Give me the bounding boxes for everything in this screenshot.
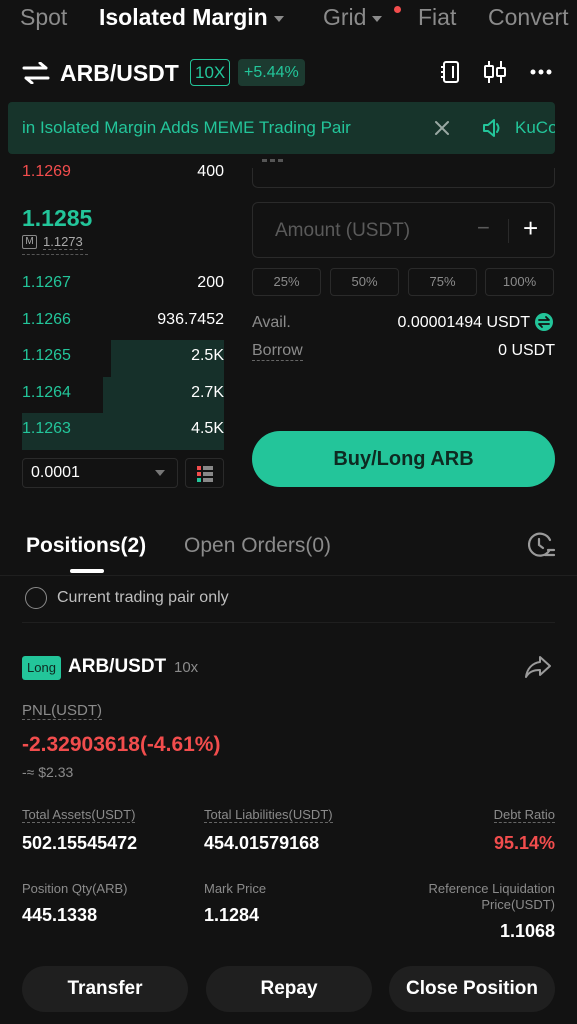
side-badge: Long bbox=[22, 656, 61, 680]
mark-price-label: Mark Price bbox=[204, 881, 267, 896]
precision-value: 0.0001 bbox=[31, 464, 80, 481]
increment-button[interactable]: + bbox=[523, 213, 538, 244]
mark-price-row: M 1.1273 bbox=[22, 234, 83, 250]
divider bbox=[22, 622, 555, 623]
borrow-value: 0 USDT bbox=[498, 342, 555, 359]
amount-input[interactable]: Amount (USDT) − + bbox=[252, 202, 555, 258]
price-change-badge: +5.44% bbox=[238, 59, 305, 86]
price-input[interactable] bbox=[252, 168, 555, 188]
repay-button[interactable]: Repay bbox=[206, 966, 372, 1012]
pnl-usd-value: -≈ $2.33 bbox=[22, 764, 74, 780]
bid-qty: 200 bbox=[197, 274, 224, 291]
liquidation-price-value: 1.1068 bbox=[499, 921, 555, 941]
divider bbox=[0, 575, 577, 576]
total-liabilities-value: 454.01579168 bbox=[204, 833, 320, 853]
share-icon[interactable] bbox=[524, 655, 552, 679]
liquidation-price-label-line1: Reference Liquidation bbox=[428, 881, 555, 896]
banner-text: in Isolated Margin Adds MEME Trading Pai… bbox=[22, 118, 351, 137]
tab-fiat[interactable]: Fiat bbox=[418, 4, 456, 31]
avail-label: Avail. bbox=[252, 314, 291, 331]
tab-isolated-margin[interactable]: Isolated Margin bbox=[99, 4, 284, 31]
current-pair-only-label[interactable]: Current trading pair only bbox=[57, 589, 229, 607]
pnl-value: -2.32903618(-4.61%) bbox=[22, 733, 221, 756]
tab-isolated-margin-label: Isolated Margin bbox=[99, 4, 268, 30]
avail-value: 0.00001494 USDT bbox=[397, 314, 530, 331]
bid-qty: 936.7452 bbox=[157, 310, 224, 328]
total-liabilities-label: Total Liabilities(USDT) bbox=[204, 807, 333, 823]
active-tab-indicator bbox=[70, 569, 104, 573]
swap-arrows-icon[interactable] bbox=[22, 62, 50, 84]
buy-long-button[interactable]: Buy/Long ARB bbox=[252, 431, 555, 487]
pair-title[interactable]: ARB/USDT bbox=[60, 60, 179, 87]
position-qty-label: Position Qty(ARB) bbox=[22, 881, 128, 896]
mark-badge: M bbox=[22, 235, 37, 249]
mark-price-value: 1.1273 bbox=[43, 234, 83, 250]
precision-select[interactable]: 0.0001 bbox=[22, 458, 178, 488]
bid-qty: 4.5K bbox=[191, 420, 224, 437]
notebook-icon[interactable] bbox=[440, 60, 462, 84]
close-icon[interactable] bbox=[434, 120, 450, 136]
ask-qty: 400 bbox=[197, 163, 224, 177]
bid-price[interactable]: 1.1265 bbox=[22, 347, 71, 365]
bid-price[interactable]: 1.1264 bbox=[22, 384, 71, 402]
top-tab-bar: Spot Isolated Margin Grid Fiat Convert bbox=[0, 0, 577, 38]
position-pair[interactable]: ARB/USDT bbox=[68, 656, 166, 678]
speaker-icon bbox=[483, 119, 500, 137]
percent-100-button[interactable]: 100% bbox=[485, 268, 554, 296]
total-assets-value: 502.15545472 bbox=[22, 833, 138, 853]
liquidation-price-label-line2: Price(USDT) bbox=[481, 897, 555, 912]
dotted-underline bbox=[22, 254, 88, 255]
bid-price[interactable]: 1.1263 bbox=[22, 420, 71, 438]
last-price[interactable]: 1.1285 bbox=[22, 205, 92, 232]
percent-75-button[interactable]: 75% bbox=[408, 268, 477, 296]
pnl-label: PNL(USDT) bbox=[22, 702, 103, 720]
bid-price[interactable]: 1.1267 bbox=[22, 274, 71, 292]
drag-handle[interactable] bbox=[262, 159, 286, 162]
position-qty-value: 445.1338 bbox=[22, 905, 98, 925]
percent-50-button[interactable]: 50% bbox=[330, 268, 399, 296]
bid-qty: 2.7K bbox=[191, 383, 224, 401]
position-leverage: 10x bbox=[174, 659, 199, 676]
tab-open-orders[interactable]: Open Orders(0) bbox=[184, 534, 331, 558]
bid-price[interactable]: 1.1266 bbox=[22, 311, 71, 329]
chevron-down-icon bbox=[273, 15, 284, 22]
debt-ratio-label: Debt Ratio bbox=[493, 807, 555, 823]
debt-ratio-value: 95.14% bbox=[493, 833, 555, 853]
borrow-label: Borrow bbox=[252, 342, 303, 361]
notification-dot bbox=[394, 6, 401, 13]
leverage-badge[interactable]: 10X bbox=[190, 59, 231, 86]
total-assets-label: Total Assets(USDT) bbox=[22, 807, 136, 823]
more-options-icon[interactable] bbox=[530, 69, 552, 75]
announcement-banner[interactable]: in Isolated Margin Adds MEME Trading Pai… bbox=[8, 102, 555, 154]
ask-price[interactable]: 1.1269 bbox=[22, 163, 71, 177]
candlestick-chart-icon[interactable] bbox=[483, 59, 507, 85]
amount-placeholder: Amount (USDT) bbox=[275, 220, 411, 241]
decrement-button[interactable]: − bbox=[477, 215, 490, 241]
chevron-down-icon bbox=[372, 15, 383, 22]
stepper-divider bbox=[508, 219, 509, 243]
close-position-button[interactable]: Close Position bbox=[389, 966, 555, 1012]
bid-qty: 2.5K bbox=[191, 347, 224, 364]
transfer-icon[interactable] bbox=[534, 312, 554, 332]
tab-spot[interactable]: Spot bbox=[20, 4, 67, 31]
tab-grid[interactable]: Grid bbox=[323, 4, 383, 31]
pair-header: ARB/USDT 10X +5.44% bbox=[0, 50, 577, 94]
orderbook-layout-button[interactable] bbox=[185, 458, 224, 488]
tab-positions[interactable]: Positions(2) bbox=[26, 534, 146, 558]
chevron-down-icon bbox=[155, 470, 165, 476]
percent-25-button[interactable]: 25% bbox=[252, 268, 321, 296]
orderbook-layout-icon bbox=[197, 466, 213, 482]
tab-grid-label: Grid bbox=[323, 4, 367, 30]
history-icon[interactable] bbox=[526, 531, 556, 559]
banner-text-continuation: KuCo bbox=[515, 118, 555, 137]
mark-price-value: 1.1284 bbox=[204, 905, 260, 925]
transfer-button[interactable]: Transfer bbox=[22, 966, 188, 1012]
tab-convert[interactable]: Convert bbox=[488, 4, 569, 31]
current-pair-only-radio[interactable] bbox=[25, 587, 47, 609]
